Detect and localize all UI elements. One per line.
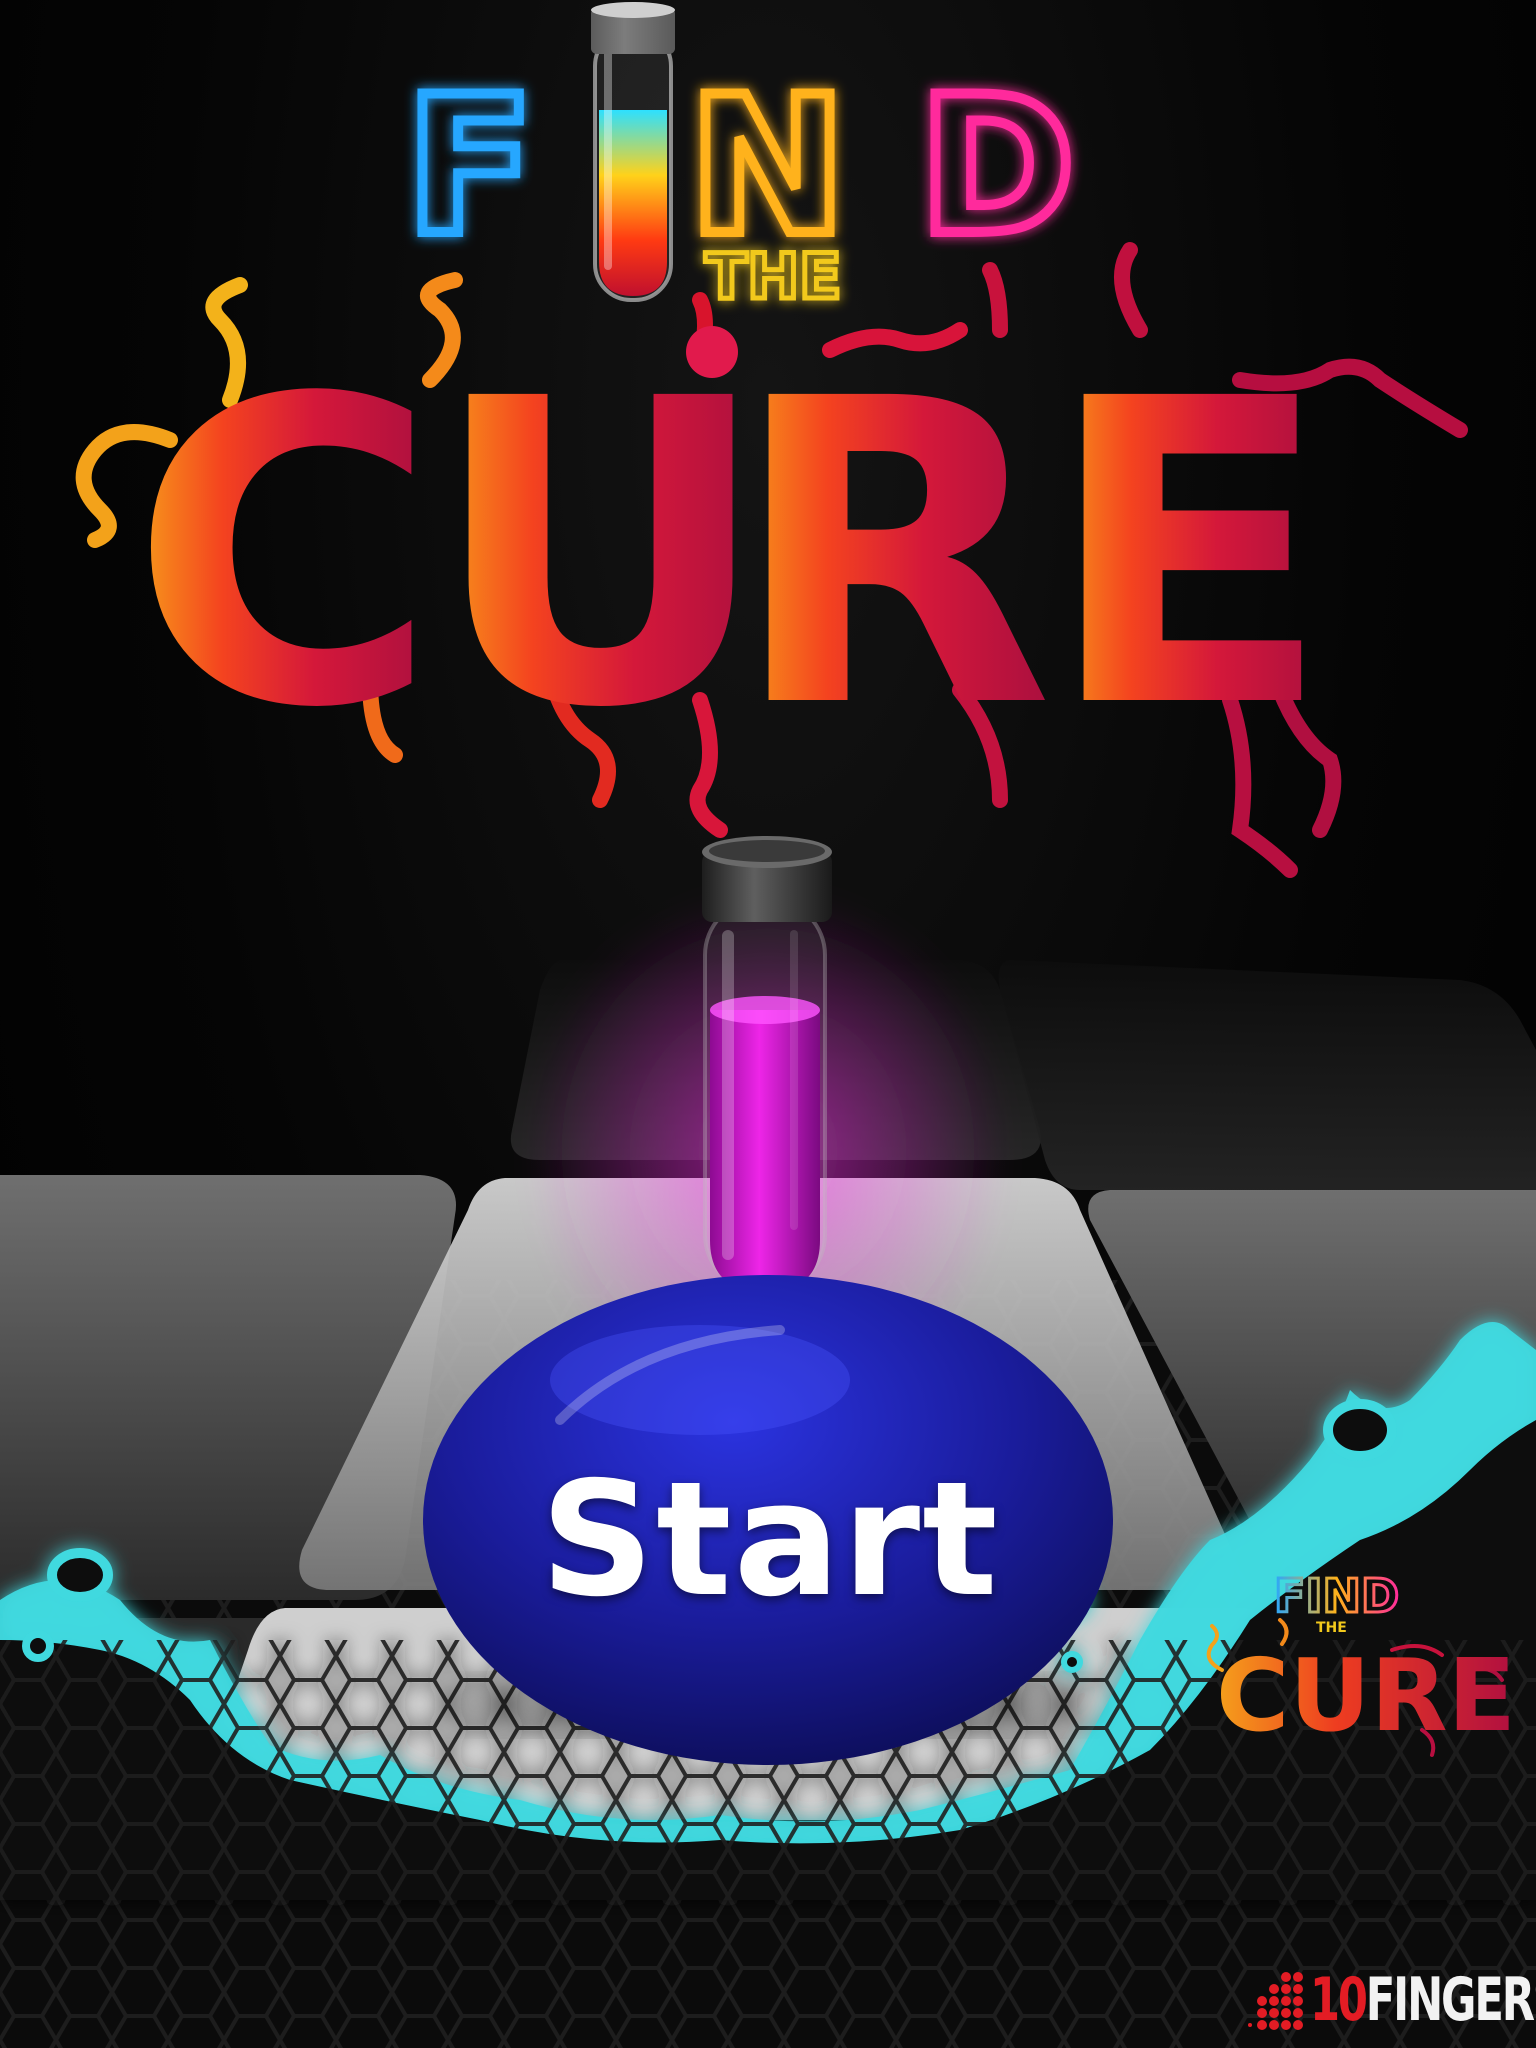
title-the: THE bbox=[703, 238, 845, 316]
title-letter: E bbox=[1045, 311, 1332, 800]
title-letter: F bbox=[405, 56, 535, 277]
test-tube-i-icon bbox=[591, 2, 675, 302]
title-letter: U bbox=[430, 311, 771, 800]
brand-10fingers: 10FINGERS bbox=[1248, 1960, 1536, 2040]
corner-logo: FIND THE CURE bbox=[1206, 1568, 1512, 1757]
title-letter: C bbox=[130, 311, 438, 800]
brand-word: FINGERS bbox=[1365, 1965, 1536, 2035]
test-tube-vial bbox=[702, 836, 832, 1292]
brand-dots-icon bbox=[1248, 1972, 1303, 2030]
brand-name: 10FINGERS bbox=[1310, 1965, 1536, 2035]
brand-number: 10 bbox=[1310, 1965, 1368, 2035]
corner-logo-the: THE bbox=[1316, 1620, 1347, 1636]
corner-logo-find: FIND bbox=[1274, 1569, 1399, 1623]
title-letter: R bbox=[730, 311, 1053, 800]
title-cure: C U R E bbox=[75, 242, 1468, 878]
floor-tile bbox=[998, 960, 1536, 1190]
start-button[interactable] bbox=[423, 1275, 1113, 1765]
title-the-text: THE bbox=[705, 240, 842, 313]
title-screen: F N D THE C U R E Start FIND THE CURE 10… bbox=[0, 0, 1536, 2048]
corner-logo-cure: CURE bbox=[1216, 1637, 1512, 1754]
title-letter: D bbox=[918, 56, 1076, 277]
